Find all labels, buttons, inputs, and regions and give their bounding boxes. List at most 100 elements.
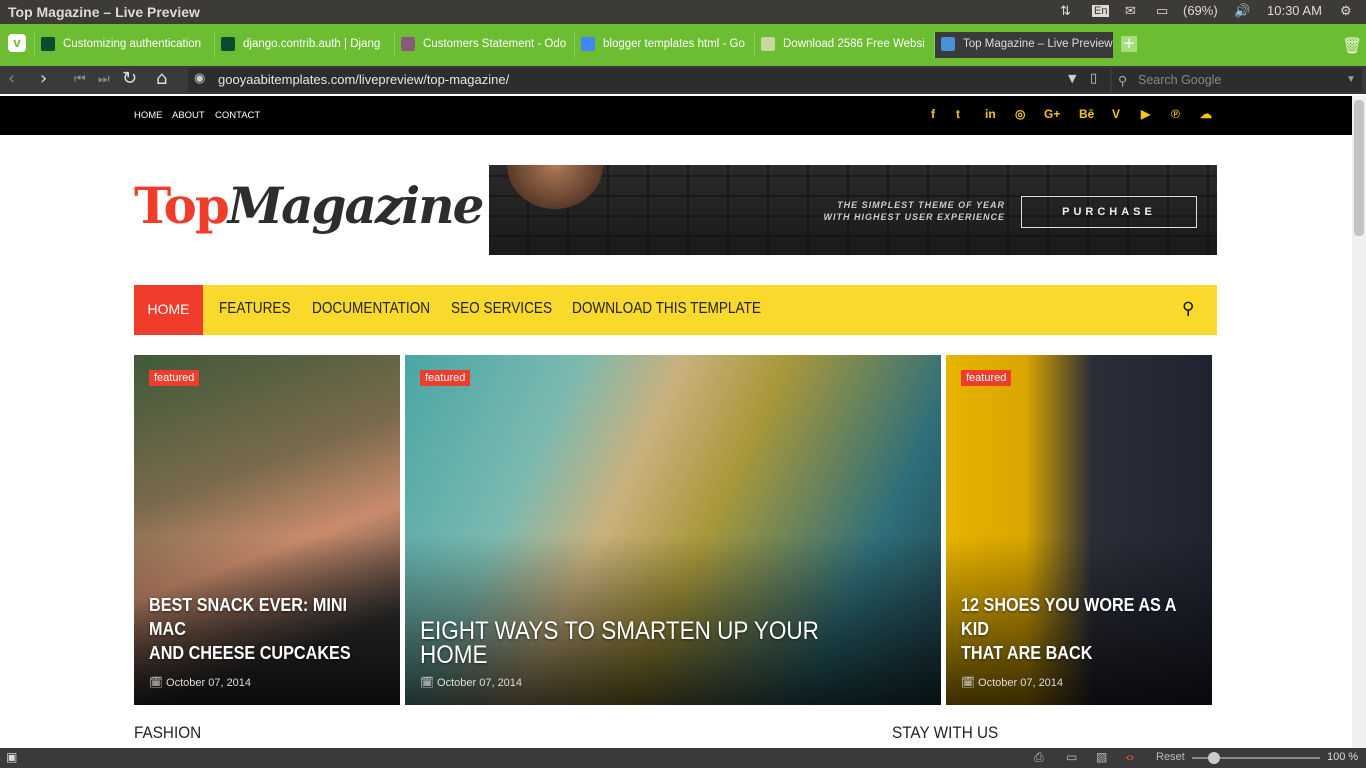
vivaldi-menu-icon[interactable]: v — [8, 34, 26, 52]
facebook-icon[interactable]: f — [931, 107, 935, 121]
dropdown-arrow-icon[interactable]: ▼ — [1068, 72, 1076, 85]
keyboard-lang[interactable]: En — [1092, 5, 1110, 17]
banner-tagline-1: THE SIMPLEST THEME OF YEAR — [837, 200, 1005, 210]
site-info-icon[interactable]: ◉ — [194, 71, 205, 86]
browser-tab[interactable]: Top Magazine – Live Preview — [934, 32, 1113, 58]
browser-tab[interactable]: Customers Statement - Odo — [394, 32, 573, 58]
tab-favicon-icon — [581, 37, 595, 51]
featured-post-3[interactable]: featured 12 SHOES YOU WORE AS A KID THAT … — [946, 355, 1212, 705]
logo-top: Top — [134, 176, 230, 235]
nav-home[interactable]: HOME — [134, 285, 203, 335]
tab-favicon-icon — [401, 37, 415, 51]
ad-banner[interactable]: THE SIMPLEST THEME OF YEAR WITH HIGHEST … — [489, 165, 1217, 255]
tab-label[interactable]: blogger templates html - Go — [603, 38, 745, 50]
post-title[interactable]: 12 SHOES YOU WORE AS A KID THAT ARE BACK — [961, 593, 1187, 665]
post-title-line-1[interactable]: 12 SHOES YOU WORE AS A KID — [961, 593, 1187, 641]
home-icon[interactable]: ⌂ — [156, 68, 167, 89]
clock[interactable]: 10:30 AM — [1267, 3, 1322, 18]
behance-icon[interactable]: Bē — [1079, 107, 1094, 121]
images-icon[interactable]: ▨ — [1096, 750, 1107, 764]
featured-post-1[interactable]: featured BEST SNACK EVER: MINI MAC AND CH… — [134, 355, 400, 705]
tab-label[interactable]: Customizing authentication — [63, 38, 201, 50]
section-fashion[interactable]: FASHION — [134, 723, 201, 743]
settings-gear-icon[interactable]: ⚙ — [1340, 3, 1352, 19]
vine-icon[interactable]: V — [1112, 107, 1120, 121]
tab-label[interactable]: Top Magazine – Live Preview — [963, 38, 1113, 50]
calendar-icon: 🗓 — [149, 677, 167, 689]
zoom-level: 100 % — [1327, 751, 1359, 763]
rewind-icon[interactable]: ⏮ — [74, 72, 86, 87]
browser-tab[interactable]: Download 2586 Free Websi — [754, 32, 933, 58]
featured-badge[interactable]: featured — [420, 370, 471, 386]
page-scrollbar[interactable] — [1352, 96, 1366, 748]
nav-documentation[interactable]: DOCUMENTATION — [312, 285, 430, 335]
capture-icon[interactable]: ⎙ — [1034, 750, 1044, 765]
browser-tab[interactable]: blogger templates html - Go — [574, 32, 753, 58]
top-link-contact[interactable]: CONTACT — [215, 110, 260, 121]
top-link-home[interactable]: HOME — [134, 110, 163, 121]
zoom-reset[interactable]: Reset — [1156, 751, 1185, 763]
post-title[interactable]: EIGHT WAYS TO SMARTEN UP YOUR HOME — [420, 619, 889, 668]
purchase-button[interactable]: PURCHASE — [1021, 196, 1197, 228]
nav-features[interactable]: FEATURES — [219, 285, 291, 335]
calendar-icon: 🗓 — [961, 677, 979, 689]
featured-post-2[interactable]: featured EIGHT WAYS TO SMARTEN UP YOUR H… — [405, 355, 941, 705]
browser-toolbar: ‹ › ⏮ ⏭ ↻ ⌂ ◉ gooyaabitemplates.com/live… — [0, 66, 1366, 94]
post-date: 🗓 October 07, 2014 — [961, 676, 1063, 689]
banner-tagline-2: WITH HIGHEST USER EXPERIENCE — [823, 212, 1005, 222]
tab-label[interactable]: Customers Statement - Odo — [423, 38, 566, 50]
network-icon[interactable]: ⇅ — [1060, 3, 1071, 19]
nav-seo-services[interactable]: SEO SERVICES — [451, 285, 552, 335]
scrollbar-thumb[interactable] — [1354, 100, 1364, 236]
search-field[interactable]: ⚲ Search Google ▼ — [1112, 68, 1362, 92]
browser-tab[interactable]: django.contrib.auth | Djang — [214, 32, 393, 58]
browser-tab[interactable]: Customizing authentication — [34, 32, 213, 58]
trash-icon[interactable]: 🗑 — [1342, 36, 1362, 55]
youtube-icon[interactable]: ▶ — [1141, 107, 1150, 121]
logo-magazine: Magazine — [227, 176, 485, 235]
fast-forward-icon[interactable]: ⏭ — [98, 72, 110, 87]
post-title-line-2[interactable]: AND CHEESE CUPCAKES — [149, 641, 375, 665]
mail-icon[interactable]: ✉ — [1125, 3, 1136, 19]
tab-favicon-icon — [941, 37, 955, 51]
google-plus-icon[interactable]: G+ — [1044, 107, 1060, 121]
post-title-line-1[interactable]: BEST SNACK EVER: MINI MAC — [149, 593, 375, 641]
search-icon: ⚲ — [1118, 74, 1128, 88]
new-tab-icon[interactable]: + — [1121, 36, 1137, 52]
tab-favicon-icon — [761, 37, 775, 51]
search-engine-chevron-icon[interactable]: ▼ — [1346, 74, 1356, 85]
zoom-slider-handle[interactable] — [1208, 752, 1220, 764]
search-icon[interactable]: ⚲ — [1182, 299, 1194, 319]
tiling-icon[interactable]: ▭ — [1066, 750, 1077, 764]
volume-icon[interactable]: 🔊 — [1234, 3, 1250, 19]
post-date-text: October 07, 2014 — [166, 677, 252, 689]
status-bar: ▣ ⎙ ▭ ▨ ‹› Reset 100 % — [0, 748, 1366, 768]
battery-icon[interactable]: ▭ — [1156, 3, 1168, 19]
panel-toggle-icon[interactable]: ▣ — [6, 750, 17, 764]
window-title: Top Magazine – Live Preview — [8, 4, 200, 20]
featured-badge[interactable]: featured — [149, 370, 200, 386]
tab-label[interactable]: django.contrib.auth | Djang — [243, 38, 380, 50]
nav-download-template[interactable]: DOWNLOAD THIS TEMPLATE — [572, 285, 761, 335]
reload-icon[interactable]: ↻ — [122, 68, 137, 89]
forward-icon[interactable]: › — [40, 68, 47, 89]
site-logo[interactable]: TopMagazine — [134, 176, 485, 235]
instagram-icon[interactable]: ◎ — [1015, 107, 1025, 121]
url-text[interactable]: gooyaabitemplates.com/livepreview/top-ma… — [218, 72, 509, 87]
os-top-bar: Top Magazine – Live Preview ⇅ En ✉ ▭ (69… — [0, 0, 1366, 24]
page-actions-icon[interactable]: ‹› — [1126, 750, 1134, 764]
post-title-line-2[interactable]: THAT ARE BACK — [961, 641, 1187, 665]
bookmark-icon[interactable]: ▯ — [1090, 71, 1097, 86]
pinterest-icon[interactable]: ℗ — [1171, 107, 1180, 121]
twitter-icon[interactable]: t — [956, 107, 960, 121]
soundcloud-icon[interactable]: ☁ — [1200, 107, 1212, 121]
top-bar: HOME ABOUT CONTACT f t in ◎ G+ Bē V ▶ ℗ ☁ — [0, 96, 1352, 135]
linkedin-icon[interactable]: in — [985, 107, 996, 121]
zoom-slider[interactable] — [1192, 752, 1320, 764]
featured-badge[interactable]: featured — [961, 370, 1012, 386]
top-link-about[interactable]: ABOUT — [172, 110, 205, 121]
back-icon[interactable]: ‹ — [8, 68, 15, 89]
tab-label[interactable]: Download 2586 Free Websi — [783, 38, 925, 50]
address-bar[interactable]: ◉ gooyaabitemplates.com/livepreview/top-… — [188, 68, 1110, 92]
post-title[interactable]: BEST SNACK EVER: MINI MAC AND CHEESE CUPC… — [149, 593, 375, 665]
